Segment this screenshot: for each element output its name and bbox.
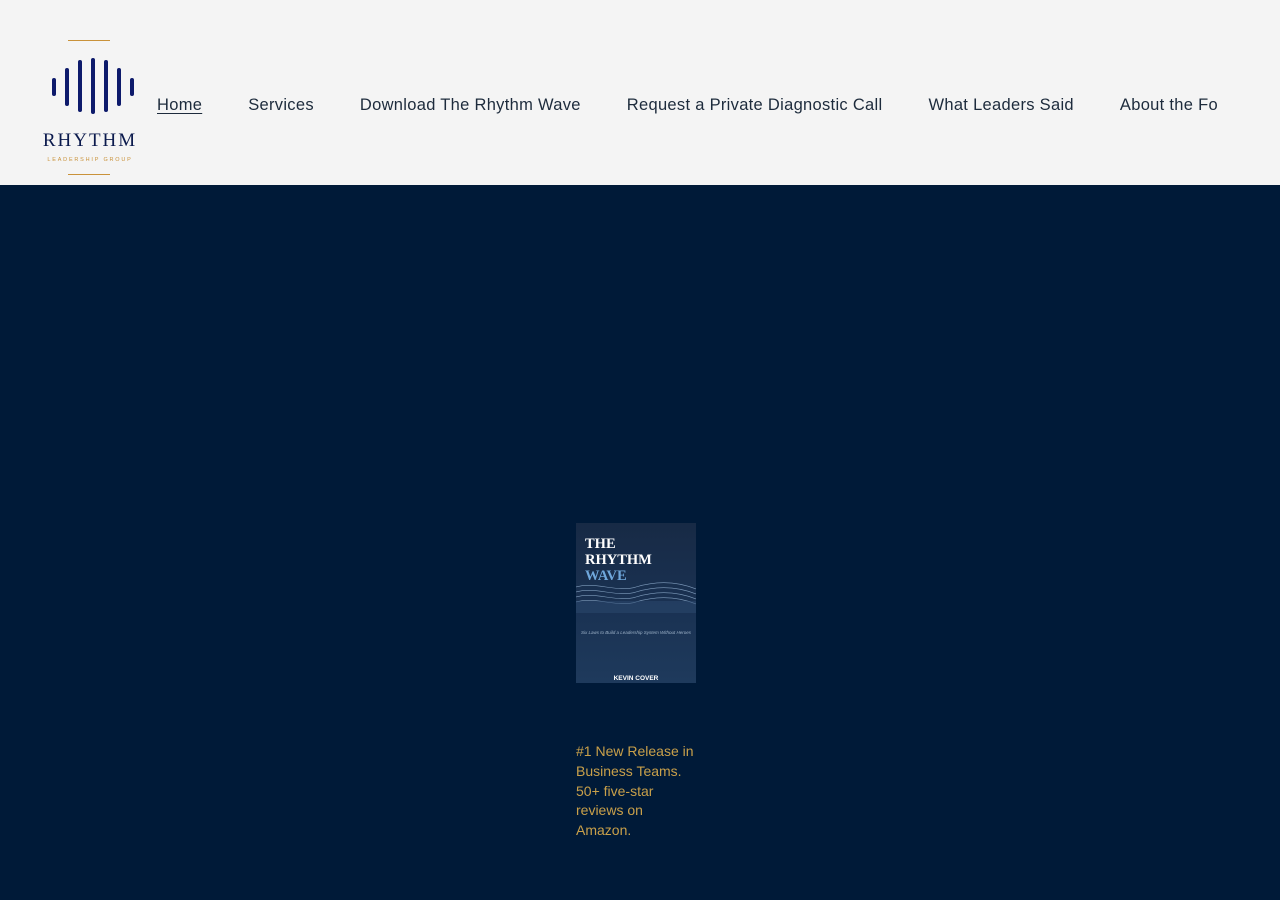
nav-download-rhythm-wave[interactable]: Download The Rhythm Wave	[360, 96, 581, 115]
nav-home[interactable]: Home	[157, 96, 202, 115]
nav-what-leaders-said[interactable]: What Leaders Said	[928, 96, 1073, 115]
logo-wordmark: RHYTHM	[42, 130, 138, 151]
book-title-line-2: RHYTHM	[585, 552, 652, 568]
book-title-line-1: THE	[585, 536, 616, 552]
main-nav: Home Services Download The Rhythm Wave Requ…	[157, 96, 1264, 115]
logo-bottom-rule	[68, 174, 110, 175]
nav-request-diagnostic-call[interactable]: Request a Private Diagnostic Call	[627, 96, 883, 115]
nav-services[interactable]: Services	[248, 96, 314, 115]
book-author: KEVIN COVER	[613, 675, 659, 682]
book-accolade-text: #1 New Release in Business Teams. 50+ fi…	[576, 743, 694, 839]
book-wave-lines-icon	[576, 582, 696, 613]
site-header: RHYTHM LEADERSHIP GROUP Home Services Down…	[0, 0, 1280, 185]
site-logo[interactable]: RHYTHM LEADERSHIP GROUP	[38, 38, 142, 178]
nav-about-founder[interactable]: About the Fo	[1120, 96, 1218, 115]
book-subtitle: Six Laws to Build a Leadership System Wi…	[580, 630, 691, 635]
book-title: THE RHYTHM WAVE	[585, 536, 652, 584]
book-cover-image[interactable]: THE RHYTHM WAVE Six Laws to Build a Lead…	[576, 523, 696, 683]
logo-top-rule	[68, 40, 110, 41]
logo-subtitle: LEADERSHIP GROUP	[47, 157, 133, 163]
